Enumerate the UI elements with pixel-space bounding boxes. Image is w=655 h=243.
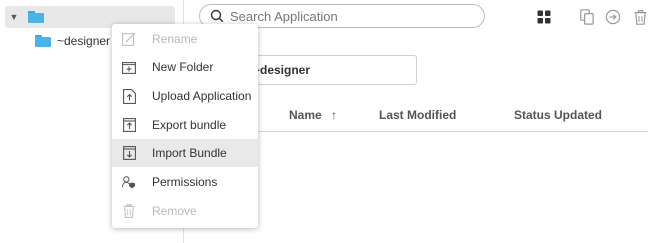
export-icon: [122, 118, 136, 132]
menu-item-label: New Folder: [152, 60, 214, 74]
header-divider: [236, 131, 648, 132]
menu-item-permissions[interactable]: Permissions: [112, 168, 258, 196]
column-header-name-label: Name: [289, 108, 322, 122]
column-header-status-updated[interactable]: Status Updated: [514, 108, 602, 122]
new-folder-icon: [122, 60, 136, 74]
menu-item-label: Rename: [152, 32, 198, 46]
menu-item-new-folder[interactable]: New Folder: [112, 53, 258, 81]
menu-item-import-bundle[interactable]: Import Bundle: [112, 139, 258, 167]
folder-icon: [35, 35, 51, 47]
menu-item-label: Import Bundle: [152, 146, 227, 160]
app-search-field: [236, 55, 417, 85]
grid-view-icon[interactable]: [536, 9, 552, 25]
menu-item-label: Remove: [152, 204, 197, 218]
rename-icon: [122, 32, 136, 46]
app-search-input[interactable]: [251, 62, 415, 78]
menu-item-export-bundle[interactable]: Export bundle: [112, 111, 258, 139]
column-header-name[interactable]: Name ↑: [289, 108, 337, 122]
tree-item-designer-label: ~designer: [57, 34, 111, 48]
copy-icon[interactable]: [579, 9, 595, 25]
menu-item-upload-application[interactable]: Upload Application: [112, 82, 258, 110]
column-header-last-modified[interactable]: Last Modified: [379, 108, 456, 122]
menu-item-label: Permissions: [152, 175, 218, 189]
sort-ascending-icon[interactable]: ↑: [331, 108, 337, 122]
search-input[interactable]: [228, 7, 472, 25]
upload-icon: [122, 88, 136, 104]
permissions-icon: [122, 175, 136, 189]
search-icon: [210, 9, 224, 23]
menu-item-label: Upload Application: [152, 89, 252, 103]
menu-item-remove[interactable]: Remove: [112, 197, 258, 225]
move-icon[interactable]: [605, 9, 621, 25]
menu-item-label: Export bundle: [152, 118, 227, 132]
caret-down-icon[interactable]: ▼: [8, 12, 20, 22]
context-menu: Rename New Folder Upload Application Exp…: [112, 24, 258, 228]
folder-icon: [28, 11, 44, 23]
trash-icon: [122, 204, 136, 218]
menu-item-rename[interactable]: Rename: [112, 25, 258, 53]
import-icon: [122, 146, 136, 160]
trash-icon[interactable]: [632, 9, 648, 25]
